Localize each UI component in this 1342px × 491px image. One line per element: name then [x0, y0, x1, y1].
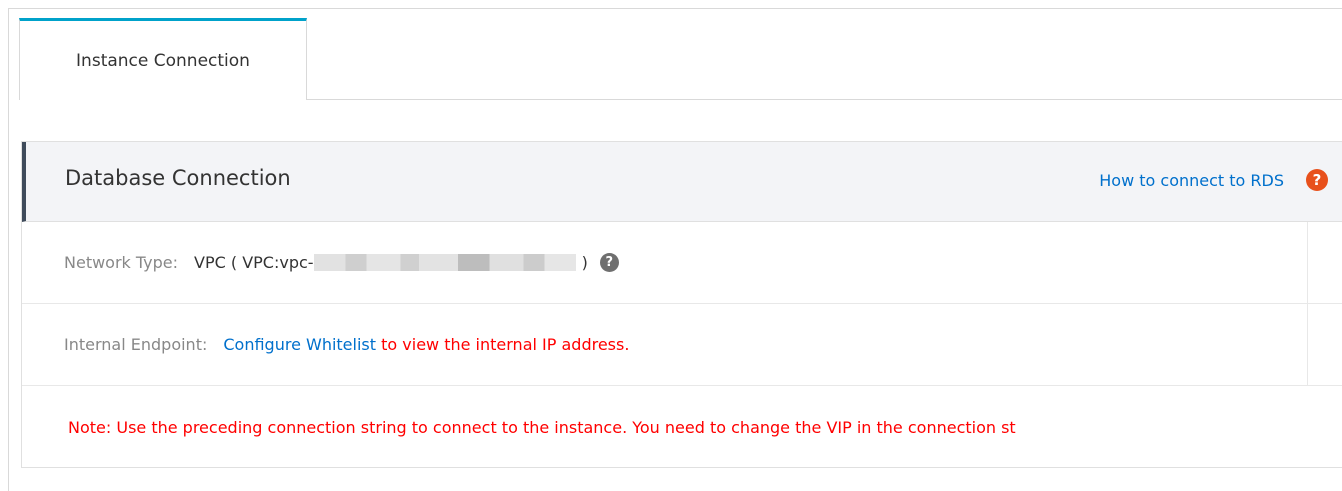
tab-instance-connection[interactable]: Instance Connection — [19, 18, 307, 100]
connection-note: Note: Use the preceding connection strin… — [68, 417, 1016, 437]
redacted-vpc-id — [313, 254, 576, 271]
network-type-value-close: ) — [581, 253, 588, 272]
database-connection-panel: Database Connection How to connect to RD… — [21, 141, 1342, 468]
question-circle-icon[interactable]: ? — [599, 253, 619, 272]
whitelist-link[interactable]: Whitelist — [306, 335, 376, 354]
internal-endpoint-label: Internal Endpoint: — [64, 335, 208, 354]
tab-label: Instance Connection — [76, 50, 250, 71]
panel-header: Database Connection How to connect to RD… — [22, 142, 1342, 222]
question-circle-icon[interactable]: ? — [1306, 169, 1328, 191]
how-to-connect-link[interactable]: How to connect to RDS — [1099, 171, 1284, 190]
note-row: Note: Use the preceding connection strin… — [22, 386, 1342, 468]
network-type-value: VPC ( VPC:vpc- — [194, 253, 314, 272]
network-type-row: Network Type: VPC ( VPC:vpc- ) ? — [22, 222, 1342, 304]
panel-title: Database Connection — [65, 166, 291, 190]
configure-link[interactable]: Configure — [223, 335, 301, 354]
internal-endpoint-hint: to view the internal IP address. — [381, 335, 630, 354]
network-type-label: Network Type: — [64, 253, 179, 272]
internal-endpoint-row: Internal Endpoint: Configure Whitelist t… — [22, 304, 1342, 386]
